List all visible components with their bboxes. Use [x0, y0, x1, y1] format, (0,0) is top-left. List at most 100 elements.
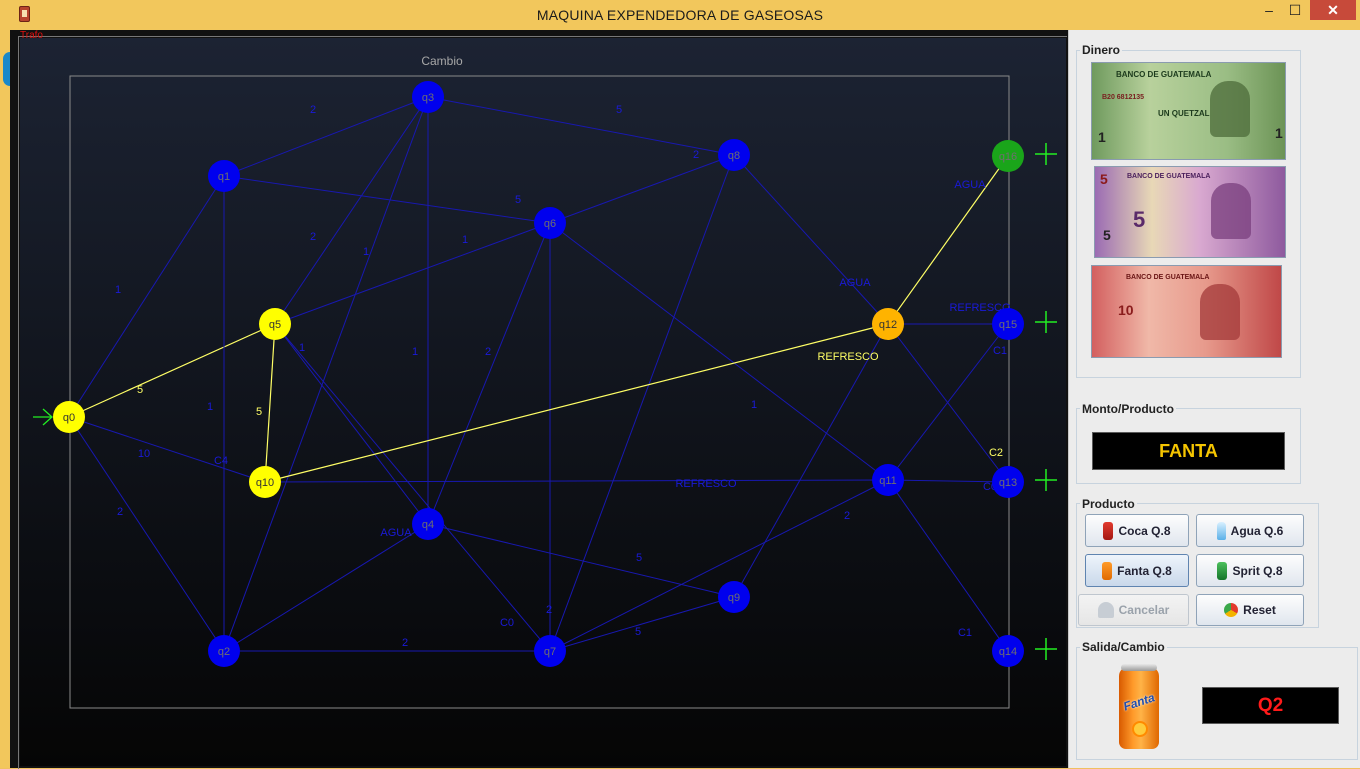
reset-button-label: Reset	[1243, 603, 1276, 617]
bill-numeral-left: 5	[1103, 227, 1111, 243]
state-label: q5	[269, 319, 281, 331]
state-q14[interactable]: q14	[992, 635, 1024, 667]
change-display: Q2	[1202, 687, 1339, 724]
sprit-button[interactable]: Sprit Q.8	[1196, 554, 1304, 587]
coca-button[interactable]: Coca Q.8	[1085, 514, 1189, 547]
automaton-graph: Cambio 1 5 10 2 2 5 1 5 2 1 1 1 5 1 2 2 2 1 AGUA REFRESCO RE…	[20, 38, 1066, 766]
state-q2[interactable]: q2	[208, 635, 240, 667]
window-title: MAQUINA EXPENDEDORA DE GASEOSAS	[536, 7, 824, 23]
sprite-can-icon	[1217, 561, 1228, 580]
edge-label-q6-q7: 1	[751, 399, 757, 411]
monto-display: FANTA	[1092, 432, 1285, 470]
bill-numeral: 10	[1118, 302, 1134, 318]
edge-label-q3-q4: 1	[412, 346, 418, 358]
fanta-can-icon	[1102, 561, 1113, 580]
cancelar-button[interactable]: Cancelar	[1078, 594, 1189, 626]
state-label: q1	[218, 171, 230, 183]
edge-label-q3-q8: 5	[616, 104, 622, 116]
state-label: q0	[63, 412, 75, 424]
state-label: q16	[999, 151, 1017, 163]
state-q1[interactable]: q1	[208, 160, 240, 192]
orange-fruit-icon	[1132, 721, 1148, 737]
fanta-can-image: Fanta	[1119, 664, 1159, 749]
state-label: q9	[728, 592, 740, 604]
bill-bank-text: BANCO DE GUATEMALA	[1116, 70, 1212, 79]
bill-10-quetzales[interactable]: BANCO DE GUATEMALA 10	[1091, 265, 1282, 358]
fanta-button-label: Fanta Q.8	[1117, 563, 1172, 578]
state-label: q11	[879, 475, 897, 487]
salida-title: Salida/Cambio	[1080, 640, 1167, 654]
bill-5-quetzales[interactable]: BANCO DE GUATEMALA 5 5 5	[1094, 166, 1286, 258]
agua-button-label: Agua Q.6	[1230, 523, 1284, 538]
state-q13[interactable]: q13	[992, 466, 1024, 498]
water-bottle-icon	[1216, 521, 1226, 540]
producto-title: Producto	[1080, 497, 1137, 511]
bill-bank-text: BANCO DE GUATEMALA	[1127, 173, 1211, 180]
state-q5[interactable]: q5	[259, 308, 291, 340]
state-label: q12	[879, 319, 897, 331]
state-q8[interactable]: q8	[718, 139, 750, 171]
state-label: q6	[544, 218, 556, 230]
bill-portrait-icon	[1200, 284, 1240, 340]
coca-can-icon	[1103, 521, 1114, 540]
state-label: q4	[422, 519, 434, 531]
edge-label-q0-q1: 1	[115, 284, 121, 296]
edge-label-q11-q13: C0	[500, 617, 514, 629]
agua-button[interactable]: Agua Q.6	[1196, 514, 1304, 547]
cambio-label: Cambio	[421, 54, 463, 68]
state-q4[interactable]: q4	[412, 508, 444, 540]
state-q12[interactable]: q12	[872, 308, 904, 340]
state-q9[interactable]: q9	[718, 581, 750, 613]
state-q16[interactable]: q16	[992, 140, 1024, 172]
bill-numeral-big: 5	[1133, 207, 1146, 232]
state-label: q2	[218, 646, 230, 658]
edge-label-q5-q4: 1	[299, 342, 305, 354]
state-q10[interactable]: q10	[249, 466, 281, 498]
minimize-button[interactable]: –	[1256, 0, 1282, 20]
edge-label-q7-q11: AGUA	[954, 179, 986, 191]
edge-label-q0-q10: 10	[138, 448, 150, 460]
bill-serial: B20 6812135	[1102, 94, 1145, 101]
bill-numeral-left: 1	[1098, 129, 1106, 145]
edge-label-q6-q8: 2	[485, 346, 491, 358]
state-q6[interactable]: q6	[534, 207, 566, 239]
state-label: q7	[544, 646, 556, 658]
user-icon	[1097, 602, 1114, 618]
state-q3[interactable]: q3	[412, 81, 444, 113]
edge-label-q11-q14: C4	[214, 455, 228, 467]
dinero-title: Dinero	[1080, 43, 1123, 57]
edge-label-q6-q4: 2	[546, 604, 552, 616]
edge-label-q5-q7: 2	[693, 149, 699, 161]
maximize-button[interactable]: ☐	[1282, 0, 1308, 20]
reset-icon	[1224, 603, 1239, 617]
state-q7[interactable]: q7	[534, 635, 566, 667]
bill-numeral: 1	[1275, 125, 1283, 141]
coca-button-label: Coca Q.8	[1118, 523, 1171, 538]
edge-label-q0-q2: 2	[117, 506, 123, 518]
state-q0[interactable]: q0	[53, 401, 85, 433]
can-logo-text: Fanta	[1121, 690, 1157, 714]
edge-label-q10-q11: AGUA	[380, 527, 412, 539]
state-q15[interactable]: q15	[992, 308, 1024, 340]
edge-label-q0-q5: 5	[137, 384, 143, 396]
edge-label-q5-q6: 1	[462, 234, 468, 246]
edge-label-q3-q5: 2	[310, 231, 316, 243]
cancelar-button-label: Cancelar	[1118, 603, 1170, 617]
edge-label-q11-q15: C1	[958, 627, 972, 639]
bill-1-quetzal[interactable]: BANCO DE GUATEMALA B20 6812135 UN QUETZA…	[1091, 62, 1286, 160]
bill-value-text: UN QUETZAL	[1158, 109, 1210, 118]
close-button[interactable]: ✕	[1310, 0, 1356, 20]
fanta-button[interactable]: Fanta Q.8	[1085, 554, 1189, 587]
reset-button[interactable]: Reset	[1196, 594, 1304, 626]
edge-label-q1-q3: 2	[310, 104, 316, 116]
state-label: q8	[728, 150, 740, 162]
bill-bank-text: BANCO DE GUATEMALA	[1126, 274, 1210, 281]
can-lid	[1121, 664, 1157, 671]
edge-label-q10-q12: REFRESCO	[817, 351, 879, 363]
state-q11[interactable]: q11	[872, 464, 904, 496]
edge-label-q6-q11: AGUA	[839, 277, 871, 289]
edge-label-q1-q2: 1	[207, 401, 213, 413]
state-label: q3	[422, 92, 434, 104]
monto-title: Monto/Producto	[1080, 402, 1176, 416]
state-label: q15	[999, 319, 1017, 331]
